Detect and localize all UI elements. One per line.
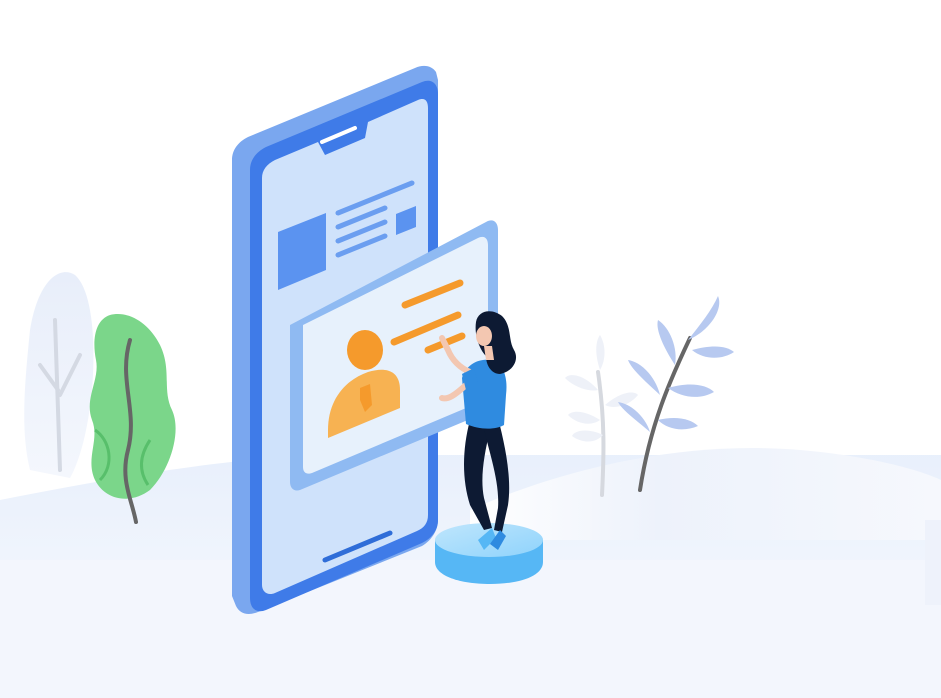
illustration-scene bbox=[0, 0, 941, 698]
illustration-svg bbox=[0, 65, 941, 698]
avatar-head-icon bbox=[347, 330, 383, 370]
ghost-plant-left bbox=[24, 272, 94, 478]
